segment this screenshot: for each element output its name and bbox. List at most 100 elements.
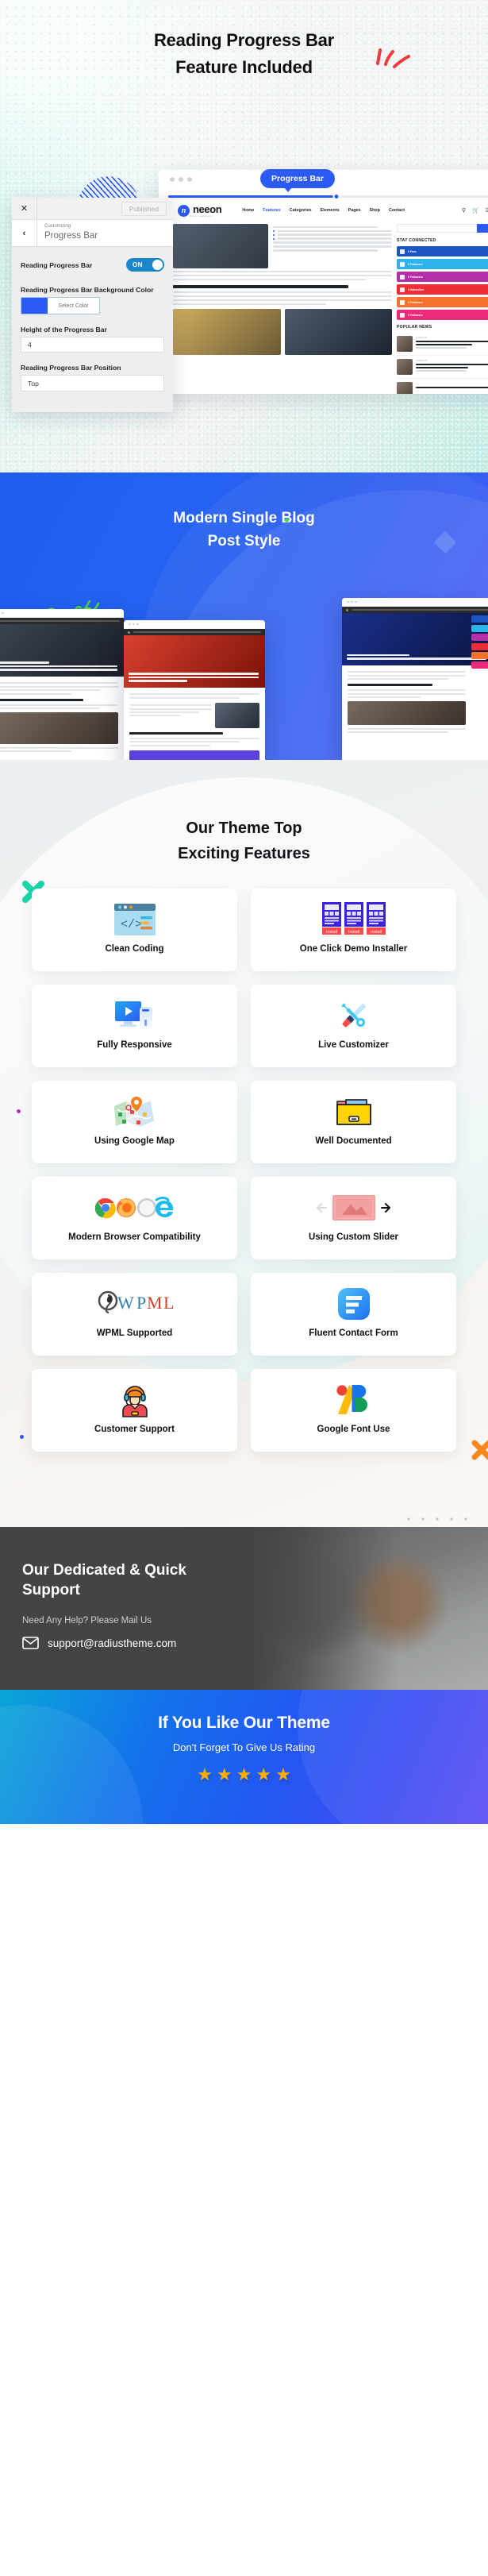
facebook-icon [400, 249, 405, 254]
svg-text:M: M [147, 1293, 163, 1313]
field-progress-bar-position: Reading Progress Bar Position Top [21, 354, 164, 391]
svg-text:</>: </> [121, 918, 142, 931]
publish-button[interactable]: Published [121, 201, 167, 216]
support-agent-icon [117, 1384, 152, 1418]
back-chevron-icon[interactable]: ‹ [12, 219, 37, 247]
star-icon[interactable]: ★ [236, 1766, 252, 1784]
feature-card-clean-coding[interactable]: </> Clean Coding [32, 889, 237, 971]
feature-card-using-google-map[interactable]: Using Google Map [32, 1081, 237, 1163]
mockup-hero-image [342, 613, 488, 665]
star-icon[interactable]: ★ [256, 1766, 271, 1784]
feature-card-label: Customer Support [94, 1425, 175, 1435]
color-swatch[interactable] [21, 298, 48, 314]
support-email-row[interactable]: support@radiustheme.com [22, 1637, 488, 1649]
feature-card-one-click-demo-installer[interactable]: Install Install Install One Click Demo I… [251, 889, 456, 971]
field-label: Reading Progress Bar Position [21, 364, 121, 372]
search-icon[interactable]: ⚲ [462, 207, 466, 214]
sidebar-column: STAY CONNECTED 0 Fans 0 Followers 0 Foll… [397, 224, 488, 394]
dribbble-icon [400, 312, 405, 318]
star-icon[interactable]: ★ [275, 1766, 291, 1784]
nav-item-elements[interactable]: Elements [321, 208, 340, 213]
tools-wrench-screwdriver-icon [336, 1000, 372, 1032]
nav-links: Home Features Categories Elements Pages … [242, 208, 405, 213]
mockup-cta-banner [129, 750, 259, 760]
section-title-line2: Exciting Features [178, 845, 310, 862]
toggle-state-label: ON [133, 261, 143, 268]
google-map-icon [113, 1096, 157, 1128]
site-body: STAY CONNECTED 0 Fans 0 Followers 0 Foll… [159, 224, 488, 394]
nav-item-features[interactable]: Features [263, 208, 280, 213]
svg-text:L: L [163, 1293, 173, 1313]
window-dot-green [187, 177, 192, 182]
instagram-icon [400, 274, 405, 280]
feature-card-well-documented[interactable]: Well Documented [251, 1081, 456, 1163]
feature-card-customer-support[interactable]: Customer Support [32, 1369, 237, 1452]
sidebar-search[interactable] [397, 224, 488, 233]
neeon-logo-icon: n [178, 204, 190, 217]
popular-news-item[interactable]: FASHION [397, 356, 488, 379]
select-color-button[interactable]: Select Color [48, 298, 99, 314]
support-title: Our Dedicated & Quick Support [22, 1562, 186, 1599]
article-subheading [173, 284, 348, 288]
social-soundcloud[interactable]: 0 Followers [397, 297, 488, 307]
feature-card-google-font-use[interactable]: Google Font Use [251, 1369, 456, 1452]
popular-news-item[interactable]: FASHION [397, 333, 488, 356]
color-picker[interactable]: Select Color [21, 297, 100, 314]
social-youtube[interactable]: 0 Subscriber [397, 284, 488, 295]
section-rating-cta: If You Like Our Theme Don't Forget To Gi… [0, 1690, 488, 1824]
mockup-titlebar [124, 620, 265, 629]
green-dot-decoration [285, 519, 289, 523]
progress-bar-callout-badge: Progress Bar [260, 169, 335, 192]
feature-card-modern-browser-compatibility[interactable]: Modern Browser Compatibility [32, 1177, 237, 1259]
star-icon[interactable]: ★ [197, 1766, 213, 1784]
firefox-icon [116, 1198, 136, 1218]
reading-progress-knob[interactable] [332, 192, 340, 200]
nav-item-pages[interactable]: Pages [348, 208, 361, 213]
feature-card-fluent-contact-form[interactable]: Fluent Contact Form [251, 1273, 456, 1355]
cart-icon[interactable]: 🛒 [472, 207, 479, 214]
customizer-panel-title: Progress Bar [44, 231, 98, 241]
google-fonts-icon [336, 1384, 372, 1416]
customizer-topbar: ✕ Published [12, 198, 173, 220]
mockup-hero-image [124, 635, 265, 688]
feature-card-label: One Click Demo Installer [299, 944, 408, 954]
dot-grid-decoration [407, 1517, 467, 1521]
feature-card-fully-responsive[interactable]: Fully Responsive [32, 985, 237, 1067]
feature-card-using-custom-slider[interactable]: Using Custom Slider [251, 1177, 456, 1259]
popular-news-thumb [397, 382, 413, 394]
popular-news-item[interactable] [397, 379, 488, 394]
customizer-eyebrow: Customizing [44, 224, 71, 229]
nav-item-shop[interactable]: Shop [370, 208, 380, 213]
close-icon[interactable]: ✕ [12, 198, 37, 220]
field-background-color: Reading Progress Bar Background Color Se… [21, 276, 164, 314]
feature-card-wpml-supported[interactable]: W P M L WPML Supported [32, 1273, 237, 1355]
feature-card-label: Google Font Use [317, 1425, 390, 1435]
reading-progress-bar-toggle[interactable]: ON [126, 258, 164, 272]
progress-bar-height-input[interactable]: 4 [21, 337, 164, 353]
nav-item-contact[interactable]: Contact [389, 208, 405, 213]
search-submit-icon[interactable] [477, 224, 488, 233]
code-window-icon: </> [113, 904, 156, 936]
field-label: Height of the Progress Bar [21, 326, 107, 334]
star-icon[interactable]: ★ [217, 1766, 232, 1784]
section-title-line2: Feature Included [175, 57, 313, 78]
search-input[interactable] [397, 224, 477, 233]
nav-icons: ⚲ 🛒 ☰ [462, 207, 488, 214]
feature-card-live-customizer[interactable]: Live Customizer [251, 985, 456, 1067]
social-instagram[interactable]: 0 Followers [397, 272, 488, 282]
nav-item-categories[interactable]: Categories [290, 208, 312, 213]
progress-bar-position-select[interactable]: Top [21, 375, 164, 391]
blog-post-mockups [0, 580, 488, 760]
svg-text:W: W [117, 1293, 134, 1313]
bullet-dot-icon [273, 229, 275, 232]
social-facebook[interactable]: 0 Fans [397, 246, 488, 256]
article-text-line [273, 226, 378, 228]
rating-title: If You Like Our Theme [158, 1714, 330, 1732]
star-rating[interactable]: ★ ★ ★ ★ ★ [0, 1766, 488, 1784]
social-dribbble[interactable]: 0 Followers [397, 310, 488, 320]
social-twitter[interactable]: 0 Followers [397, 259, 488, 269]
mockup-titlebar [342, 598, 488, 607]
support-email-address[interactable]: support@radiustheme.com [48, 1637, 176, 1649]
nav-item-home[interactable]: Home [242, 208, 254, 213]
feature-card-label: Clean Coding [105, 944, 164, 954]
